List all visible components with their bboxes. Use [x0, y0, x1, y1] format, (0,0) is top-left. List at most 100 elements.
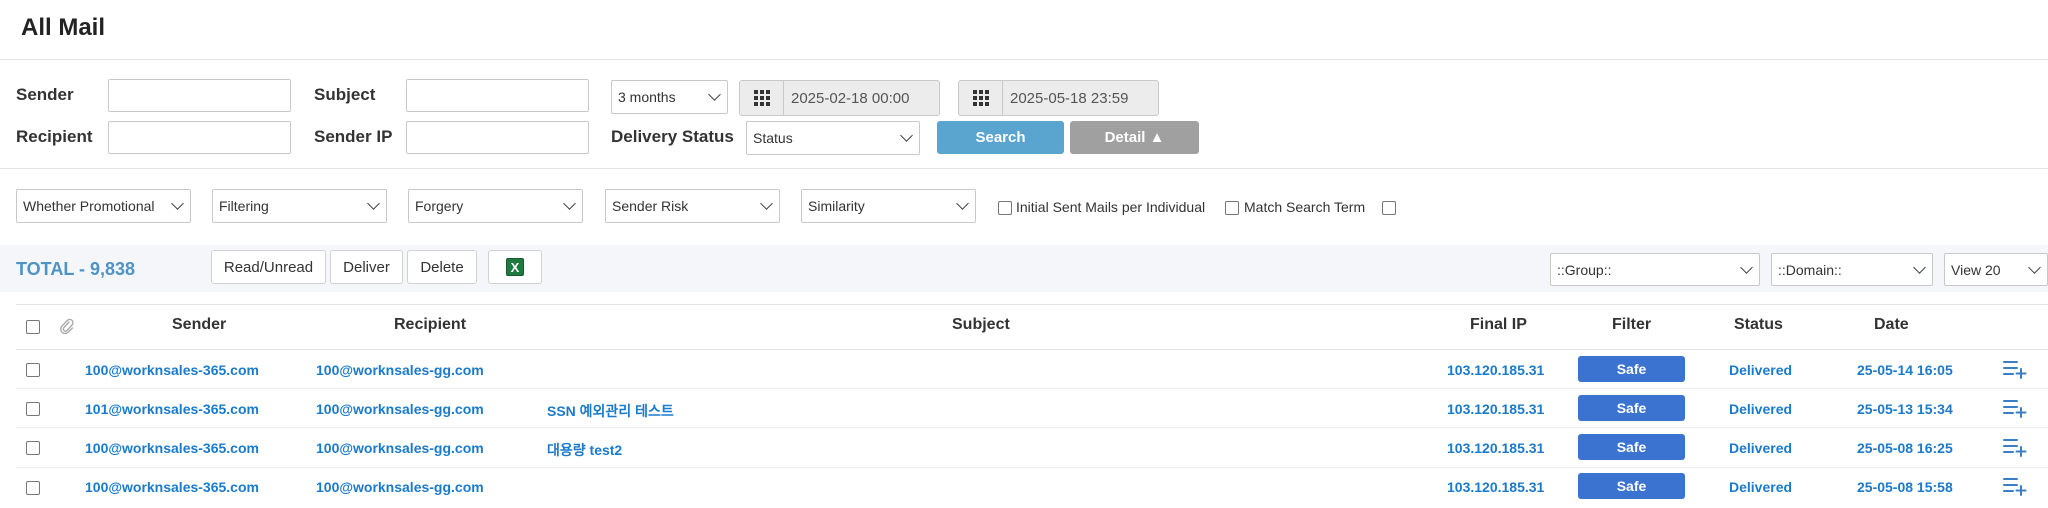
forgery-value: Forgery	[415, 198, 464, 214]
column-header-filter[interactable]: Filter	[1612, 316, 1651, 334]
domain-select[interactable]: ::Domain::	[1771, 253, 1933, 286]
calendar-icon[interactable]	[740, 81, 784, 115]
deliver-button[interactable]: Deliver	[330, 250, 403, 284]
group-select[interactable]: ::Group::	[1550, 253, 1760, 286]
subject-input[interactable]	[406, 79, 589, 112]
row-status: Delivered	[1729, 440, 1793, 456]
select-all-checkbox[interactable]	[26, 320, 40, 334]
row-date: 25-05-08 16:25	[1857, 440, 1953, 456]
filter-badge: Safe	[1578, 395, 1685, 421]
row-final-ip[interactable]: 103.120.185.31	[1447, 440, 1544, 456]
row-subject[interactable]: SSN 예외관리 테스트	[547, 401, 674, 421]
row-status: Delivered	[1729, 479, 1793, 495]
row-sender[interactable]: 100@worknsales-365.com	[85, 479, 259, 495]
chevron-down-icon	[708, 88, 721, 101]
delivery-status-label: Delivery Status	[611, 127, 734, 146]
row-subject[interactable]: 대용량 test2	[547, 440, 622, 460]
add-to-list-icon[interactable]	[2003, 476, 2027, 496]
row-sender[interactable]: 100@worknsales-365.com	[85, 362, 259, 378]
header-divider	[16, 349, 2048, 350]
recipient-label: Recipient	[16, 127, 93, 146]
table-top-border	[16, 304, 2048, 305]
chevron-down-icon	[956, 197, 969, 210]
similarity-value: Similarity	[808, 198, 865, 214]
row-final-ip[interactable]: 103.120.185.31	[1447, 479, 1544, 495]
subject-label: Subject	[314, 85, 376, 104]
column-header-subject[interactable]: Subject	[952, 316, 1010, 334]
form-divider	[0, 168, 2048, 169]
date-from-value: 2025-02-18 00:00	[791, 89, 910, 107]
date-to-field[interactable]: 2025-05-18 23:59	[958, 80, 1159, 116]
paperclip-icon	[60, 318, 74, 334]
row-recipient[interactable]: 100@worknsales-gg.com	[316, 479, 484, 495]
promotional-value: Whether Promotional	[23, 198, 155, 214]
group-value: ::Group::	[1557, 261, 1612, 278]
row-status: Delivered	[1729, 362, 1793, 378]
add-to-list-icon[interactable]	[2003, 359, 2027, 379]
row-checkbox[interactable]	[26, 402, 40, 416]
match-search-label: Match Search Term	[1244, 199, 1366, 215]
row-status: Delivered	[1729, 401, 1793, 417]
sender-risk-value: Sender Risk	[612, 198, 689, 214]
add-to-list-icon[interactable]	[2003, 437, 2027, 457]
row-checkbox[interactable]	[26, 481, 40, 495]
row-date: 25-05-13 15:34	[1857, 401, 1953, 417]
sender-ip-input[interactable]	[406, 121, 589, 154]
read-unread-button[interactable]: Read/Unread	[211, 250, 326, 284]
promotional-select[interactable]: Whether Promotional	[16, 189, 191, 223]
match-search-checkbox[interactable]	[1225, 201, 1239, 215]
column-header-recipient[interactable]: Recipient	[394, 316, 466, 334]
filtering-select[interactable]: Filtering	[212, 189, 387, 223]
title-divider	[0, 59, 2048, 60]
chevron-down-icon	[171, 197, 184, 210]
chevron-down-icon	[367, 197, 380, 210]
status-value: Status	[753, 130, 793, 146]
page-title: All Mail	[21, 14, 106, 41]
row-date: 25-05-14 16:05	[1857, 362, 1953, 378]
initial-sent-label: Initial Sent Mails per Individual	[1016, 199, 1206, 215]
chevron-down-icon	[2028, 260, 2041, 274]
forgery-select[interactable]: Forgery	[408, 189, 583, 223]
chevron-down-icon	[1740, 260, 1753, 274]
delete-button[interactable]: Delete	[407, 250, 477, 284]
excel-export-button[interactable]: X	[488, 250, 542, 284]
domain-value: ::Domain::	[1778, 261, 1842, 278]
chevron-down-icon	[760, 197, 773, 210]
row-final-ip[interactable]: 103.120.185.31	[1447, 401, 1544, 417]
row-divider	[16, 467, 2048, 468]
extra-checkbox[interactable]	[1382, 201, 1396, 215]
sender-ip-label: Sender IP	[314, 127, 393, 146]
row-recipient[interactable]: 100@worknsales-gg.com	[316, 362, 484, 378]
row-sender[interactable]: 100@worknsales-365.com	[85, 440, 259, 456]
period-value: 3 months	[618, 89, 676, 105]
filter-badge: Safe	[1578, 434, 1685, 460]
row-recipient[interactable]: 100@worknsales-gg.com	[316, 440, 484, 456]
similarity-select[interactable]: Similarity	[801, 189, 976, 223]
period-select[interactable]: 3 months	[611, 80, 728, 114]
view-value: View 20	[1951, 261, 2001, 278]
row-checkbox[interactable]	[26, 363, 40, 377]
recipient-input[interactable]	[108, 121, 291, 154]
chevron-down-icon	[563, 197, 576, 210]
status-select[interactable]: Status	[746, 121, 920, 155]
initial-sent-checkbox[interactable]	[998, 201, 1012, 215]
column-header-sender[interactable]: Sender	[172, 316, 226, 334]
calendar-icon[interactable]	[959, 81, 1003, 115]
date-from-field[interactable]: 2025-02-18 00:00	[739, 80, 940, 116]
row-sender[interactable]: 101@worknsales-365.com	[85, 401, 259, 417]
column-header-date[interactable]: Date	[1874, 316, 1909, 334]
column-header-status[interactable]: Status	[1734, 316, 1783, 334]
sender-input[interactable]	[108, 79, 291, 112]
column-header-final-ip[interactable]: Final IP	[1470, 316, 1527, 334]
view-select[interactable]: View 20	[1944, 253, 2048, 286]
date-to-value: 2025-05-18 23:59	[1010, 89, 1129, 107]
row-recipient[interactable]: 100@worknsales-gg.com	[316, 401, 484, 417]
search-button[interactable]: Search	[937, 121, 1064, 154]
row-final-ip[interactable]: 103.120.185.31	[1447, 362, 1544, 378]
row-date: 25-05-08 15:58	[1857, 479, 1953, 495]
sender-label: Sender	[16, 85, 74, 104]
detail-button[interactable]: Detail ▲	[1070, 121, 1199, 154]
add-to-list-icon[interactable]	[2003, 398, 2027, 418]
row-checkbox[interactable]	[26, 441, 40, 455]
sender-risk-select[interactable]: Sender Risk	[605, 189, 780, 223]
